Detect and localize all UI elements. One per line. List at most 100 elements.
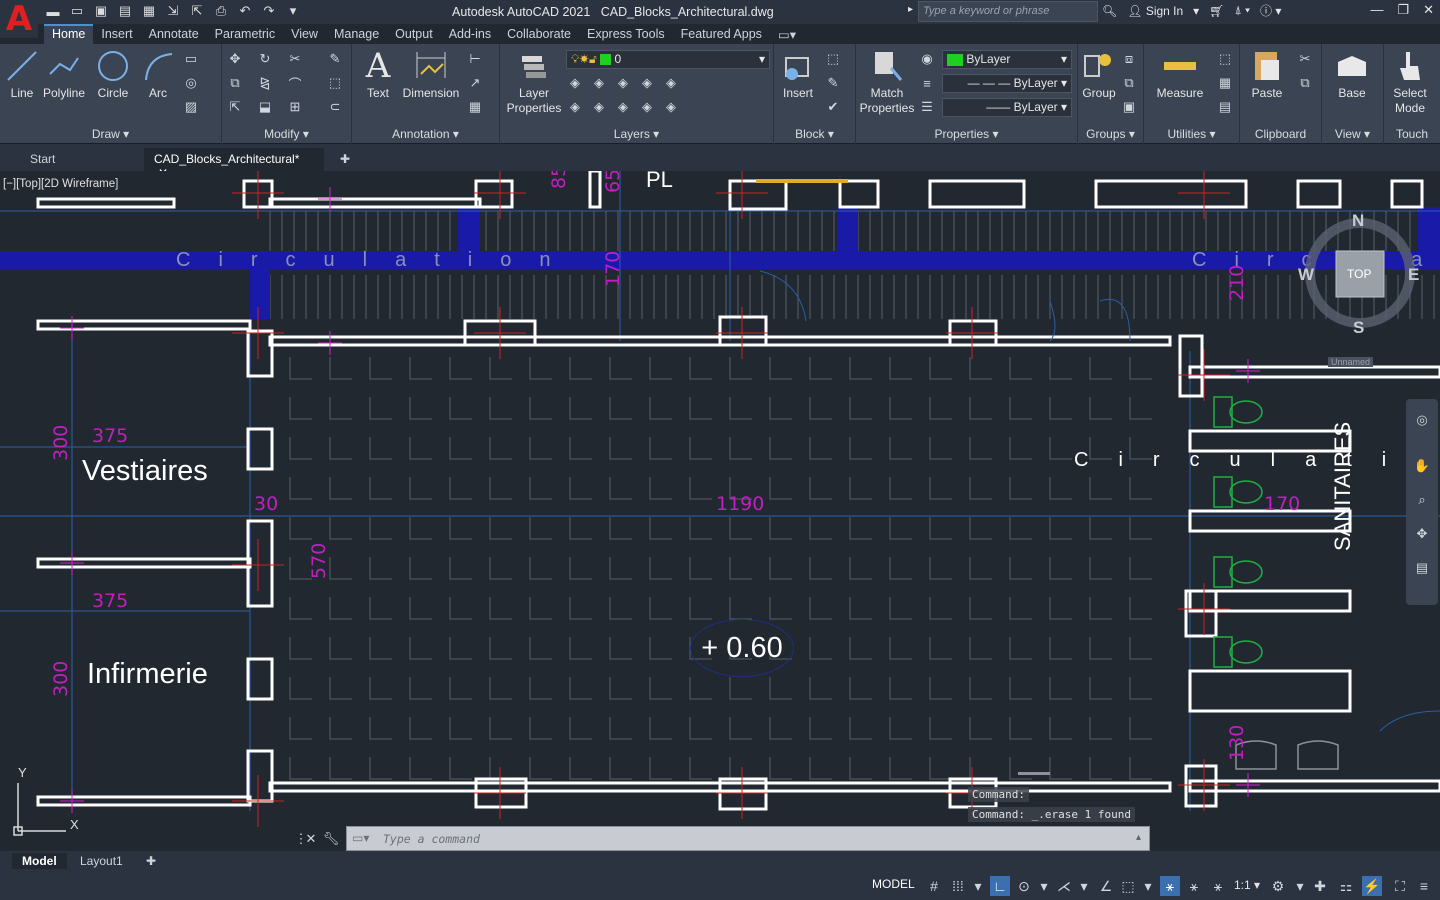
stretch-icon[interactable]: ⇱ (226, 98, 244, 116)
new-icon[interactable]: ▬ (44, 2, 62, 20)
object-snap-icon[interactable]: ⬚ (1118, 876, 1138, 896)
workspace-gear-icon[interactable]: ⚙ (1268, 876, 1288, 896)
showmotion-icon[interactable]: ▤ (1413, 559, 1431, 577)
quick-properties-icon[interactable]: ⚡ (1362, 876, 1382, 896)
panel-title-clipboard[interactable]: Clipboard (1240, 127, 1321, 141)
tab-view[interactable]: View (283, 24, 326, 44)
dimension-button[interactable]: Dimension (400, 48, 462, 101)
viewcube-east[interactable]: E (1408, 265, 1419, 285)
clean-screen-icon[interactable]: ⛶ (1390, 876, 1410, 896)
linear-dim-icon[interactable]: ⊢ (466, 50, 484, 68)
tab-parametric[interactable]: Parametric (207, 24, 283, 44)
erase-icon[interactable]: ✎ (326, 50, 344, 68)
tab-model[interactable]: Model (12, 853, 67, 869)
isodraft-icon[interactable]: ⋌ (1054, 876, 1074, 896)
gradient-icon[interactable]: ▨ (182, 98, 200, 116)
move-icon[interactable]: ✥ (226, 50, 244, 68)
copy-icon[interactable]: ⧉ (226, 74, 244, 92)
layer-properties-button[interactable]: Layer Properties (504, 48, 564, 116)
explode-icon[interactable]: ⬚ (326, 74, 344, 92)
select-all-icon[interactable]: ▦ (1216, 74, 1234, 92)
app-menu-button[interactable]: A (0, 0, 38, 38)
hatch-icon[interactable]: ◎ (182, 74, 200, 92)
layer-freeze-icon[interactable]: ◈ (614, 74, 632, 92)
object-snap-tracking-icon[interactable]: ∠ (1096, 876, 1116, 896)
object-snap-dropdown-icon[interactable]: ▾ (1138, 876, 1158, 896)
help-icon[interactable]: ⓘ ▾ (1260, 2, 1281, 19)
tab-layout1[interactable]: Layout1 (70, 853, 133, 869)
select-mode-button[interactable]: Select Mode (1388, 48, 1432, 116)
group-select-icon[interactable]: ▣ (1120, 98, 1138, 116)
layer-match-icon[interactable]: ◈ (662, 74, 680, 92)
tab-add-ins[interactable]: Add-ins (441, 24, 499, 44)
selected-object[interactable] (756, 179, 848, 183)
base-view-button[interactable]: Base (1330, 48, 1374, 101)
new-layout-icon[interactable]: ✚ (136, 853, 166, 869)
panel-title-utilities[interactable]: Utilities ▾ (1144, 127, 1239, 141)
layer-off-icon[interactable]: ◈ (566, 74, 584, 92)
recent-commands-icon[interactable]: ▭▾ (352, 831, 369, 845)
annotation-visibility-icon[interactable]: ⚹ (1160, 876, 1180, 896)
plot-icon[interactable]: ⎙ (212, 2, 230, 20)
command-history-toggle-icon[interactable]: ▴ (1136, 832, 1141, 843)
tab-insert[interactable]: Insert (93, 24, 140, 44)
annotation-scale-value[interactable]: 1:1 ▾ (1234, 878, 1260, 892)
viewcube-west[interactable]: W (1298, 265, 1314, 285)
linetype-icon[interactable]: ☰ (918, 98, 936, 116)
orbit-icon[interactable]: ✥ (1413, 525, 1431, 543)
annotation-monitor-icon[interactable]: ✚ (1310, 876, 1330, 896)
layer-unisolate-icon[interactable]: ◈ (566, 98, 584, 116)
export-icon[interactable]: ⇱ (188, 2, 206, 20)
ortho-icon[interactable]: ∟ (990, 876, 1010, 896)
search-input[interactable]: Type a keyword or phrase (918, 1, 1098, 22)
mirror-icon[interactable]: ⧎ (256, 74, 274, 92)
panel-title-touch[interactable]: Touch (1384, 127, 1440, 141)
tab-start[interactable]: Start (20, 148, 65, 171)
cut-icon[interactable]: ✂ (1296, 50, 1314, 68)
sign-in-button[interactable]: 👤︎ Sign In (1127, 4, 1183, 18)
group-button[interactable]: Group (1080, 48, 1118, 101)
tab-current-drawing[interactable]: CAD_Blocks_Architectural* ✕ (144, 148, 324, 180)
command-input[interactable]: Type a command (346, 826, 1150, 851)
close-icon[interactable]: ✕ (1423, 2, 1434, 18)
tab-express-tools[interactable]: Express Tools (579, 24, 673, 44)
tab-annotate[interactable]: Annotate (141, 24, 207, 44)
panel-title-modify[interactable]: Modify ▾ (222, 127, 351, 141)
customize-icon[interactable]: 🔧︎ (322, 830, 340, 848)
panel-title-groups[interactable]: Groups ▾ (1078, 127, 1143, 141)
steering-wheel-icon[interactable]: ◎ (1413, 411, 1431, 429)
panel-title-block[interactable]: Block ▾ (774, 127, 855, 141)
units-icon[interactable]: ⚏ (1336, 876, 1356, 896)
polar-icon[interactable]: ⊙ (1014, 876, 1034, 896)
calculator-icon[interactable]: ▤ (1216, 98, 1234, 116)
open-web-icon[interactable]: ▣ (92, 2, 110, 20)
tab-manage[interactable]: Manage (326, 24, 387, 44)
model-space-toggle[interactable]: MODEL (872, 877, 915, 891)
cart-icon[interactable]: 🛒︎ (1209, 4, 1224, 18)
workspace-dropdown-icon[interactable]: ▾ (1290, 876, 1310, 896)
lineweight-icon[interactable]: ≡ (918, 74, 936, 92)
snap-icon[interactable]: ⁞⁞⁞ (948, 876, 968, 896)
lineweight-dropdown[interactable]: —— ByLayer ▾ (942, 98, 1072, 117)
undo-icon[interactable]: ↶ (236, 2, 254, 20)
import-icon[interactable]: ⇲ (164, 2, 182, 20)
ucs-menu[interactable]: Unnamed (1328, 357, 1374, 367)
qat-dropdown-icon[interactable]: ▾ (284, 2, 302, 20)
redo-icon[interactable]: ↷ (260, 2, 278, 20)
panel-title-view[interactable]: View ▾ (1322, 127, 1383, 141)
table-icon[interactable]: ▦ (466, 98, 484, 116)
rotate-icon[interactable]: ↻ (256, 50, 274, 68)
customization-menu-icon[interactable]: ≡ (1414, 876, 1434, 896)
layer-merge-icon[interactable]: ◈ (662, 98, 680, 116)
save-as-icon[interactable]: ▦ (140, 2, 158, 20)
create-block-icon[interactable]: ⬚ (824, 50, 842, 68)
restore-icon[interactable]: ❐ (1397, 2, 1409, 18)
line-button[interactable]: Line (4, 48, 40, 101)
edit-block-icon[interactable]: ✎ (824, 74, 842, 92)
edit-attributes-icon[interactable]: ✔ (824, 98, 842, 116)
ungroup-icon[interactable]: ⧈ (1120, 50, 1138, 68)
isodraft-dropdown-icon[interactable]: ▾ (1074, 876, 1094, 896)
copy-clip-icon[interactable]: ⧉ (1296, 74, 1314, 92)
minimize-icon[interactable]: — (1370, 2, 1383, 18)
viewcube-north[interactable]: N (1352, 211, 1364, 231)
